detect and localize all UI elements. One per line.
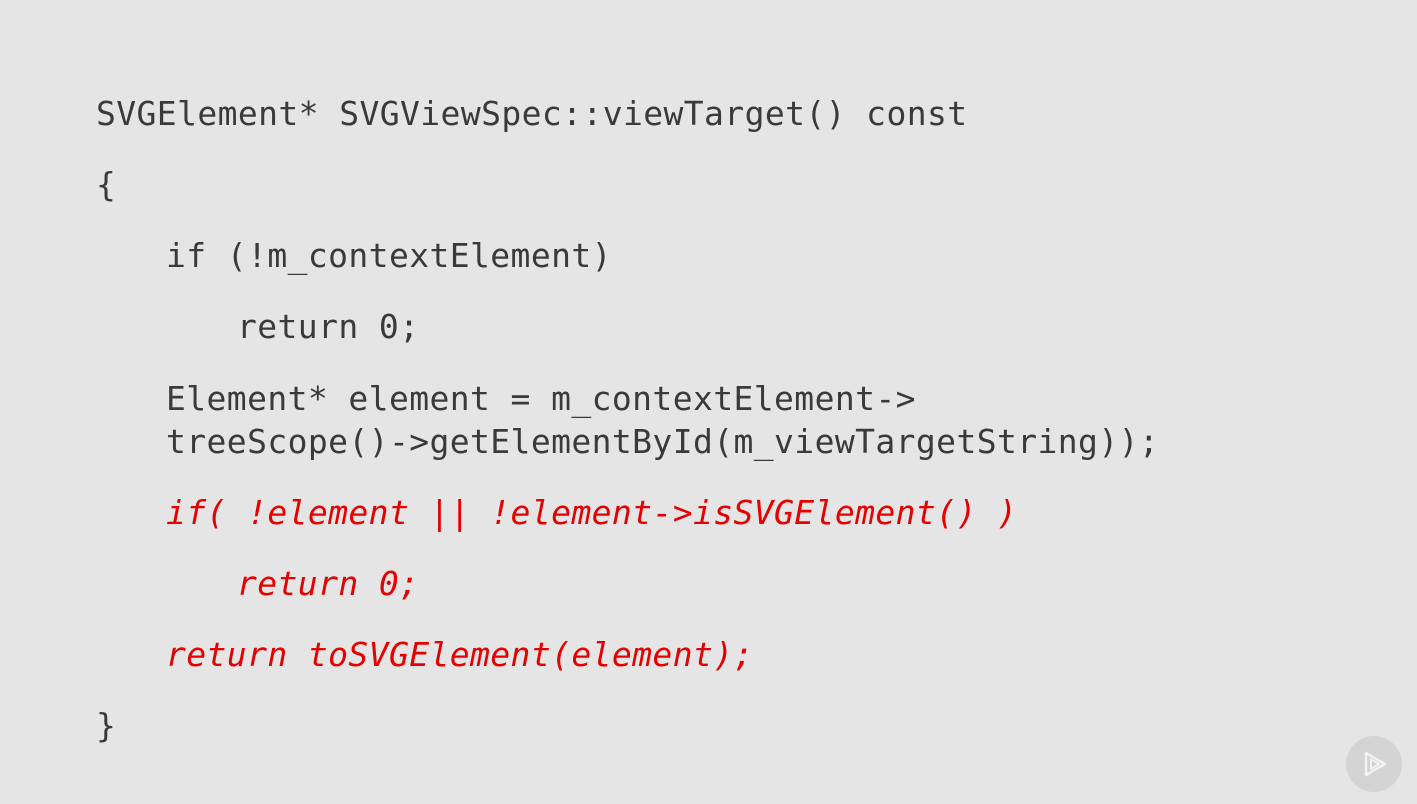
- code-line-element-decl: Element* element = m_contextElement->: [166, 379, 916, 418]
- code-line-close-brace: }: [96, 706, 117, 745]
- code-slide: SVGElement* SVGViewSpec::viewTarget() co…: [0, 0, 1417, 804]
- code-line-if-context: if (!m_contextElement): [166, 236, 612, 275]
- code-line-return-to-svg-element: return toSVGElement(element);: [166, 635, 754, 674]
- code-line-if-element-check: if( !element || !element->isSVGElement()…: [166, 493, 1018, 532]
- code-line-return-zero: return 0;: [237, 307, 420, 346]
- play-logo-glyph: [1364, 751, 1387, 777]
- code-line-signature: SVGElement* SVGViewSpec::viewTarget() co…: [96, 94, 968, 133]
- code-line-open-brace: {: [96, 165, 117, 204]
- code-line-return-zero-highlighted: return 0;: [237, 564, 420, 603]
- play-logo-icon: [1346, 736, 1402, 792]
- code-line-element-decl-cont: treeScope()->getElementById(m_viewTarget…: [166, 422, 1160, 461]
